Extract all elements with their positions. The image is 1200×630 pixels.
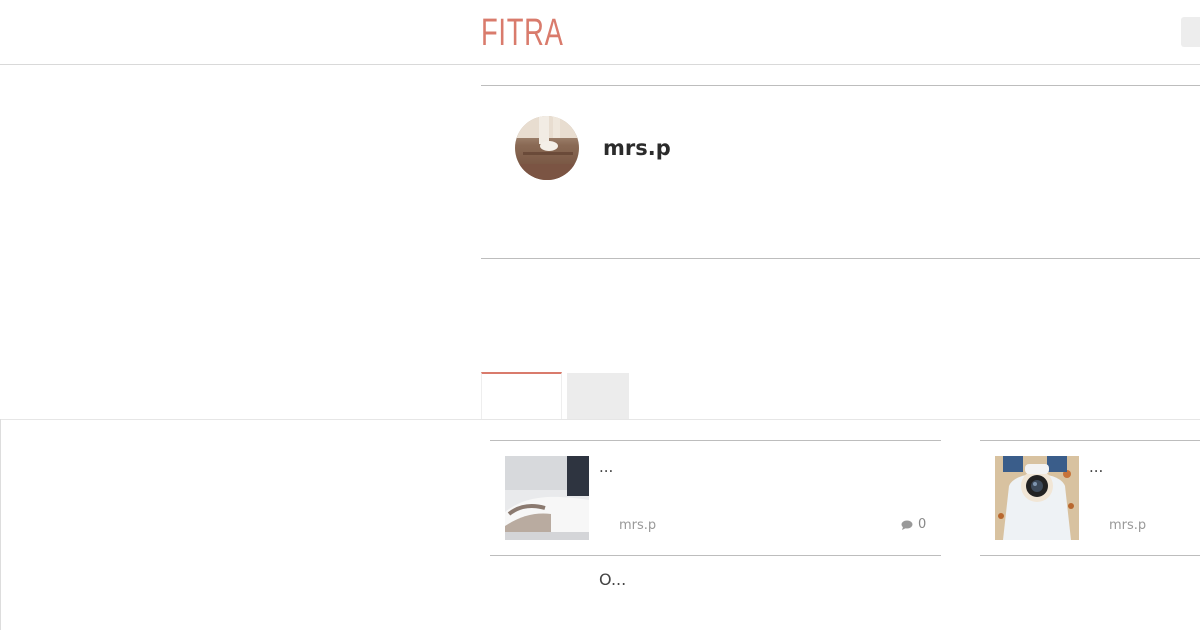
post-thumbnail[interactable] <box>995 456 1079 540</box>
profile-bottom-divider <box>481 258 1200 259</box>
post-thumbnail-image <box>505 456 589 540</box>
post-thumbnail-image <box>995 456 1079 540</box>
post-card-bottom-divider <box>490 555 941 556</box>
post-comments[interactable]: 0 <box>901 517 926 532</box>
tab-posts[interactable] <box>481 372 562 420</box>
comment-count: 0 <box>918 517 927 532</box>
post-title[interactable]: ... <box>1089 457 1103 477</box>
profile-page: FITRA mrs.p ... mrs.p 0 ... mrs.p O... <box>0 0 1200 630</box>
header-menu-button[interactable] <box>1181 17 1200 47</box>
post-title[interactable]: O... <box>599 569 626 591</box>
comment-icon <box>901 520 913 530</box>
tab-secondary[interactable] <box>567 373 629 419</box>
post-thumbnail[interactable] <box>505 456 589 540</box>
profile-username: mrs.p <box>603 136 671 160</box>
post-card-top-divider <box>980 440 1200 441</box>
post-title[interactable]: ... <box>599 457 613 477</box>
avatar-image <box>515 116 579 180</box>
top-header: FITRA <box>0 0 1200 65</box>
left-panel <box>0 419 481 630</box>
post-author[interactable]: mrs.p <box>1109 517 1146 535</box>
avatar[interactable] <box>515 116 579 180</box>
post-card-top-divider <box>490 440 941 441</box>
post-author[interactable]: mrs.p <box>619 517 656 535</box>
profile-top-divider <box>481 85 1200 86</box>
post-card-bottom-divider <box>980 555 1200 556</box>
site-logo[interactable]: FITRA <box>481 11 564 55</box>
